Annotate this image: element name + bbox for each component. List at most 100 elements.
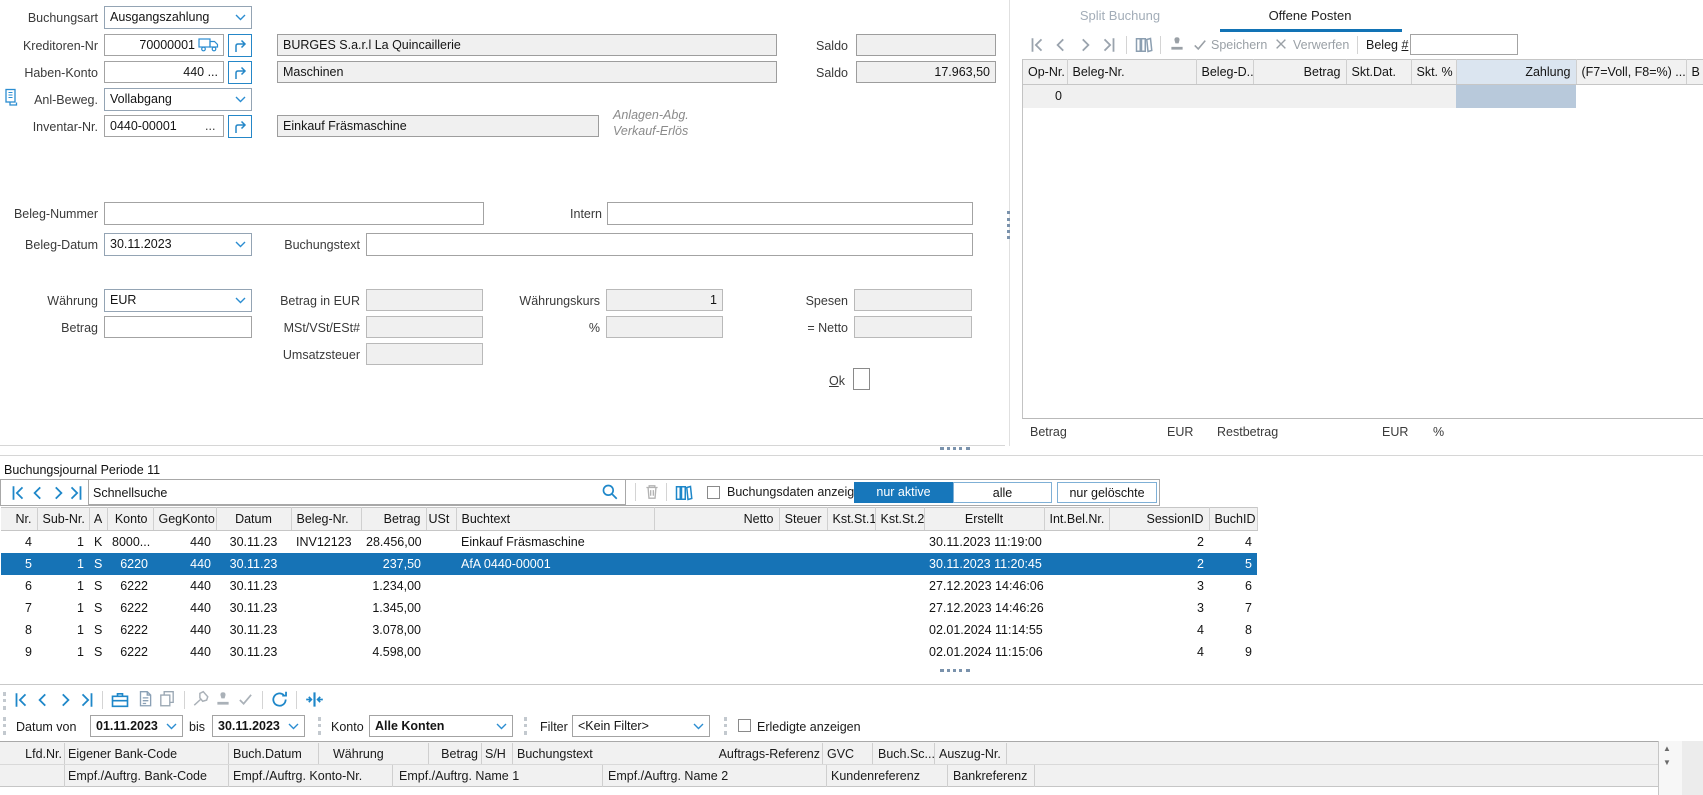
cell-session[interactable]: 4 (1109, 641, 1209, 663)
cell-sub[interactable]: 1 (37, 641, 89, 663)
cell-intbel[interactable] (1044, 597, 1109, 619)
col-header-gegkonto[interactable]: GegKonto (153, 508, 216, 531)
cell-buchid[interactable]: 7 (1209, 597, 1257, 619)
scroll-up-arrow-icon[interactable]: ▲ (1663, 744, 1671, 753)
col-header-steuer[interactable]: Steuer (779, 508, 827, 531)
cell-a[interactable]: S (89, 575, 107, 597)
cell-steuer[interactable] (779, 553, 827, 575)
cell-zahlung-selected[interactable] (1456, 85, 1576, 108)
split-view-icon[interactable] (305, 690, 324, 709)
col-header-ust[interactable]: USt (426, 508, 456, 531)
journal-row-selected[interactable]: 51S622044030.11.23237,50AfA 0440-0000130… (1, 553, 1257, 575)
cell-netto[interactable] (654, 641, 779, 663)
cell-sub[interactable]: 1 (37, 531, 89, 554)
cell-beleg-nr[interactable] (1067, 85, 1196, 108)
col-header-kst-st1[interactable]: Kst.St.1 (827, 508, 875, 531)
cell-kst2[interactable] (875, 641, 924, 663)
cell-netto[interactable] (654, 597, 779, 619)
columns-book-icon[interactable] (674, 483, 694, 503)
betrag-input[interactable] (104, 316, 252, 338)
cell-sub[interactable]: 1 (37, 597, 89, 619)
col-header-kst-st2[interactable]: Kst.St.2 (875, 508, 924, 531)
erledigte-checkbox[interactable] (738, 719, 751, 732)
cell-steuer[interactable] (779, 531, 827, 554)
cell-skt-dat[interactable] (1346, 85, 1411, 108)
stamp-icon[interactable] (1168, 35, 1186, 53)
cell-kst1[interactable] (827, 641, 875, 663)
stamp-icon[interactable] (214, 690, 232, 708)
cell-konto[interactable]: 6222 (107, 575, 153, 597)
cell-intbel[interactable] (1044, 575, 1109, 597)
next-record-icon[interactable] (1076, 36, 1094, 54)
col-header-buchid[interactable]: BuchID (1209, 508, 1257, 531)
cell-kst2[interactable] (875, 553, 924, 575)
cell-sub[interactable]: 1 (37, 553, 89, 575)
col-header-empf-konto-nr[interactable]: Empf./Auftrg. Konto-Nr. (233, 765, 362, 787)
cell-beleg-nr[interactable] (291, 553, 361, 575)
col-header-buch-datum[interactable]: Buch.Datum (233, 743, 302, 765)
cell-buchid[interactable]: 9 (1209, 641, 1257, 663)
buchungsart-combobox[interactable]: Ausgangszahlung (104, 6, 252, 29)
cell-a[interactable]: S (89, 619, 107, 641)
cell-kst1[interactable] (827, 575, 875, 597)
search-input[interactable] (91, 481, 585, 504)
cell-ust[interactable] (426, 575, 456, 597)
cell-gegkonto[interactable]: 440 (153, 553, 216, 575)
cell-kst2[interactable] (875, 597, 924, 619)
cell-a[interactable]: S (89, 597, 107, 619)
intern-input[interactable] (607, 202, 973, 225)
toolbar-grip[interactable] (524, 717, 527, 735)
col-header-netto[interactable]: Netto (654, 508, 779, 531)
journal-row[interactable]: 41K8000...44030.11.23INV1212328.456,00Ei… (1, 531, 1257, 554)
previous-record-icon[interactable] (1052, 36, 1070, 54)
buchungstext-input[interactable] (366, 233, 973, 256)
tab-offene-posten[interactable]: Offene Posten (1230, 5, 1390, 27)
first-record-icon[interactable] (1028, 36, 1046, 54)
previous-record-icon[interactable] (34, 691, 52, 709)
inventar-jump-button[interactable] (228, 115, 252, 138)
cell-sub[interactable]: 1 (37, 575, 89, 597)
cell-datum[interactable]: 30.11.23 (216, 641, 291, 663)
konto-combobox[interactable]: Alle Konten (369, 715, 513, 737)
col-header-auftrags-referenz[interactable]: Auftrags-Referenz (690, 743, 820, 765)
tools-icon[interactable] (192, 690, 210, 708)
cell-nr[interactable]: 8 (1, 619, 37, 641)
next-record-icon[interactable] (56, 691, 74, 709)
col-header-beleg-nr[interactable]: Beleg-Nr. (291, 508, 361, 531)
ok-checkbox[interactable] (853, 368, 870, 390)
cell-buchid[interactable]: 5 (1209, 553, 1257, 575)
col-header-auszug-nr[interactable]: Auszug-Nr. (939, 743, 1001, 765)
tab-split-buchung[interactable]: Split Buchung (1040, 5, 1200, 27)
cell-buchid[interactable]: 4 (1209, 531, 1257, 554)
col-header-nr[interactable]: Nr. (1, 508, 37, 531)
cell-steuer[interactable] (779, 575, 827, 597)
cell-gegkonto[interactable]: 440 (153, 619, 216, 641)
cell-beleg-nr[interactable] (291, 597, 361, 619)
buchungsdaten-checkbox[interactable] (707, 486, 720, 499)
cell-buchtext[interactable]: Einkauf Fräsmaschine (456, 531, 654, 554)
col-header-empf-bank-code[interactable]: Empf./Auftrg. Bank-Code (68, 765, 207, 787)
cell-kst2[interactable] (875, 531, 924, 554)
cell-gegkonto[interactable]: 440 (153, 575, 216, 597)
cell-konto[interactable]: 6220 (107, 553, 153, 575)
col-header-op-nr[interactable]: Op-Nr. (1023, 60, 1067, 85)
cell-buchtext[interactable] (456, 619, 654, 641)
cell-konto[interactable]: 6222 (107, 597, 153, 619)
cell-netto[interactable] (654, 531, 779, 554)
col-header-buchungstext[interactable]: Buchungstext (517, 743, 593, 765)
discard-x-icon[interactable] (1274, 37, 1288, 51)
search-icon[interactable] (601, 483, 619, 501)
speichern-button[interactable]: Speichern (1211, 34, 1267, 56)
datum-von-combobox[interactable]: 01.11.2023 (90, 715, 183, 737)
cell-ust[interactable] (426, 641, 456, 663)
document-icon[interactable] (136, 690, 154, 708)
cell-b[interactable] (1686, 85, 1703, 108)
cell-beleg-nr[interactable] (291, 641, 361, 663)
cell-intbel[interactable] (1044, 641, 1109, 663)
cell-ust[interactable] (426, 553, 456, 575)
open-item-row[interactable]: 0 (1023, 85, 1703, 108)
cell-a[interactable]: K (89, 531, 107, 554)
col-header-lfd-nr[interactable]: Lfd.Nr. (6, 743, 62, 765)
quick-search-box[interactable] (88, 479, 626, 505)
horizontal-splitter-handle-top[interactable] (940, 447, 970, 450)
